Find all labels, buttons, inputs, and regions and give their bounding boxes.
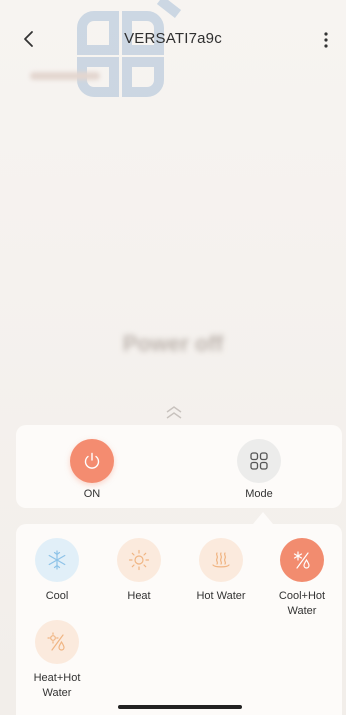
- blurred-status-line: [30, 72, 100, 80]
- mode-option-heat[interactable]: Heat: [102, 538, 176, 604]
- brand-watermark-logo: [77, 0, 182, 97]
- mode-button[interactable]: Mode: [214, 439, 304, 500]
- mode-option-cool[interactable]: Cool: [20, 538, 94, 604]
- device-screen: VERSATI7a9c Power off ON Mode Cool Heat …: [0, 0, 346, 715]
- sun-icon[interactable]: [117, 538, 161, 582]
- cool-hot-water-icon[interactable]: [280, 538, 324, 582]
- heat-hot-water-icon[interactable]: [35, 620, 79, 664]
- power-button[interactable]: ON: [47, 439, 137, 500]
- device-title: VERSATI7a9c: [124, 30, 222, 47]
- mode-label: Mode: [245, 488, 273, 500]
- power-icon[interactable]: [70, 439, 114, 483]
- grid-icon[interactable]: [237, 439, 281, 483]
- more-options-icon[interactable]: [316, 28, 336, 52]
- mode-label-cool: Cool: [45, 590, 69, 602]
- mode-option-cool-hot-water[interactable]: Cool+Hot Water: [265, 538, 339, 619]
- snowflake-icon[interactable]: [35, 538, 79, 582]
- home-indicator[interactable]: [118, 705, 242, 709]
- hot-water-icon[interactable]: [199, 538, 243, 582]
- control-card: ON Mode: [16, 425, 342, 508]
- mode-label-cool-hot-water: Cool+Hot Water: [278, 590, 326, 617]
- mode-label-hot-water: Hot Water: [196, 590, 246, 602]
- mode-option-hot-water[interactable]: Hot Water: [183, 538, 259, 604]
- power-status-text: Power off: [122, 331, 224, 356]
- header: VERSATI7a9c: [0, 0, 346, 97]
- popover-pointer: [253, 512, 273, 524]
- mode-selection-panel: Cool Heat Hot Water Cool+Hot Water Heat+…: [16, 524, 342, 715]
- collapse-chevron-icon[interactable]: [163, 402, 185, 424]
- mode-option-heat-hot-water[interactable]: Heat+Hot Water: [20, 620, 94, 701]
- mode-label-heat: Heat: [127, 590, 151, 602]
- power-label: ON: [83, 488, 101, 500]
- mode-label-heat-hot-water: Heat+Hot Water: [33, 672, 81, 699]
